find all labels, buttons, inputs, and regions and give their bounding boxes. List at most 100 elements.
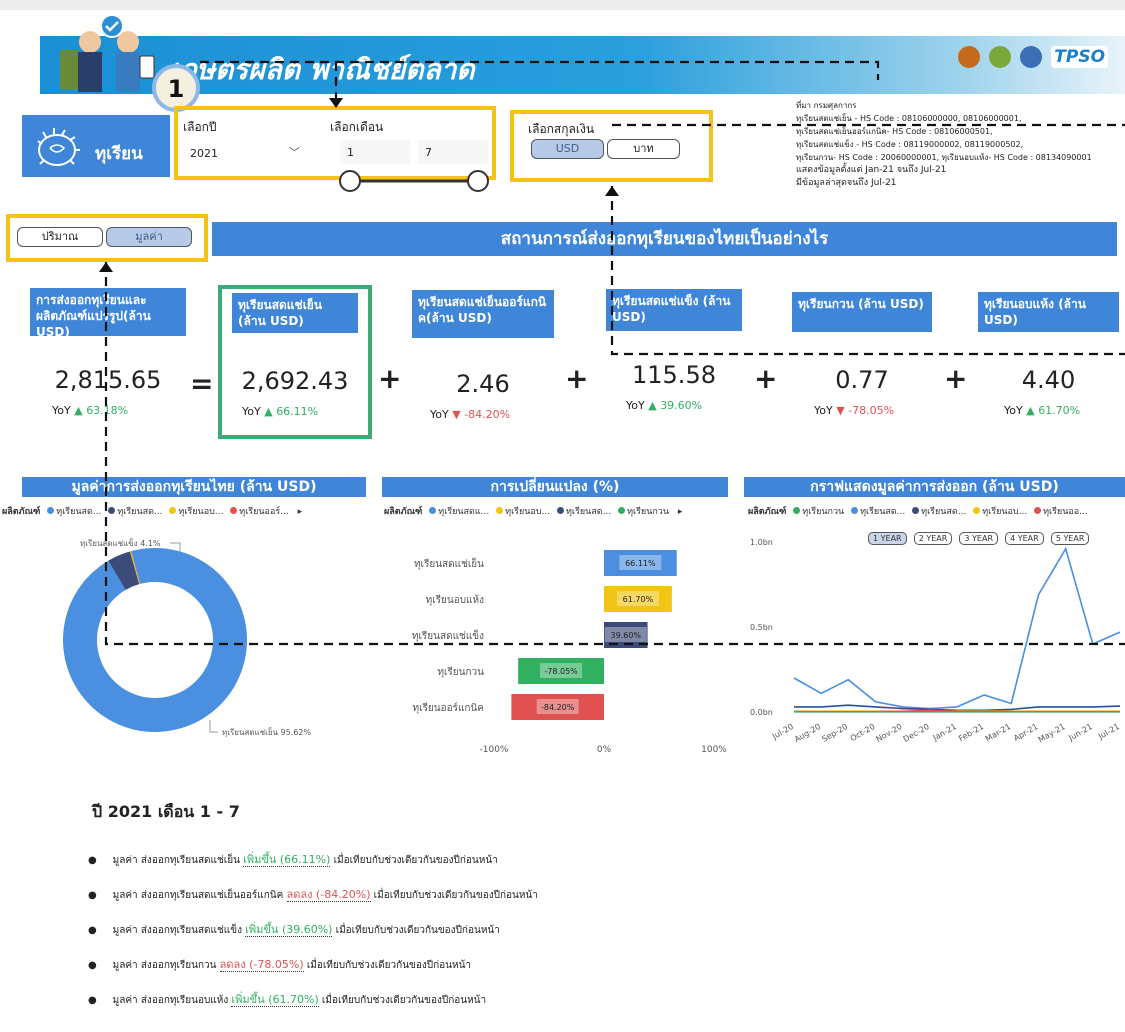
legend-item[interactable]: ทุเรียนสด... — [56, 507, 101, 517]
summary-item: ● มูลค่า ส่งออกทุเรียนสดแช่เย็นออร์แกนิค… — [88, 883, 828, 918]
kpi-title: ทุเรียนสดแช่แข็ง (ล้าน USD) — [606, 289, 742, 331]
source-line: ทุเรียนสดแช่แข็ง - HS Code : 08119000002… — [796, 140, 1024, 149]
kpi-card-dried[interactable]: ทุเรียนอบแห้ง (ล้าน USD) 4.40 YoY ▲ 61.7… — [972, 288, 1125, 438]
legend-dot — [973, 507, 981, 514]
kpi-card-organic[interactable]: ทุเรียนสดแช่เย็นออร์แกนิค(ล้าน USD) 2.46… — [406, 288, 560, 438]
department-seal-icon — [1020, 46, 1043, 68]
yoy-value: 39.60% — [660, 399, 703, 412]
yoy-label: YoY — [430, 408, 449, 421]
yoy-value: -78.05% — [848, 404, 895, 417]
export-line-chart[interactable]: 1.0bn 0.5bn 0.0bn Jul-20Aug-20Sep-20 Oct-20N… — [744, 530, 1125, 770]
kpi-card-frozen[interactable]: ทุเรียนสดแช่แข็ง (ล้าน USD) 115.58 YoY ▲… — [596, 285, 752, 437]
bar-category-label: ทุเรียนสดแช่เย็น — [414, 556, 484, 570]
kpi-value: 115.58 — [632, 361, 716, 389]
legend-item[interactable]: ทุเรียนสดแ... — [438, 507, 489, 517]
legend-item[interactable]: ทุเรียนสด... — [566, 507, 611, 517]
year-dropdown[interactable]: 2021 ﹀ — [183, 141, 308, 165]
up-arrow-icon: ▲ — [648, 399, 657, 412]
kpi-card-total[interactable]: การส่งออกทุเรียนและผลิตภัณฑ์แปรรูป(ล้าน … — [30, 288, 186, 438]
donut-leader-line — [209, 720, 218, 733]
legend-next-arrow-icon[interactable]: ▸ — [298, 507, 303, 517]
plus-sign: + — [378, 362, 402, 395]
kpi-card-fresh-chilled[interactable]: ทุเรียนสดแช่เย็น (ล้าน USD) 2,692.43 YoY… — [218, 285, 372, 439]
legend-item[interactable]: ทุเรียนอบ... — [982, 507, 1027, 517]
summary-text: มูลค่า ส่งออกทุเรียนสดแช่แข็ง — [112, 925, 246, 936]
x-tick-label: Oct-20 — [849, 722, 877, 743]
legend-prefix: ผลิตภัณฑ์ — [748, 507, 787, 517]
yoy-value: 61.70% — [1038, 404, 1081, 417]
quantity-mode-button[interactable]: ปริมาณ — [17, 227, 103, 247]
legend-item[interactable]: ทุเรียนสด... — [860, 507, 905, 517]
summary-item: ● มูลค่า ส่งออกทุเรียนอบแห้ง เพิ่มขึ้น (… — [88, 988, 828, 1023]
legend-item[interactable]: ทุเรียนกวน — [627, 507, 669, 517]
summary-text: มูลค่า ส่งออกทุเรียนอบแห้ง — [112, 995, 232, 1006]
x-tick-label: Sep-20 — [820, 722, 849, 744]
legend-dot — [618, 507, 626, 514]
currency-usd-button[interactable]: USD — [531, 139, 604, 159]
source-line: ทุเรียนสดแช่เย็นออร์แกนิค- HS Code : 081… — [796, 127, 993, 136]
year-value: 2021 — [190, 147, 218, 160]
summary-text: มูลค่า ส่งออกทุเรียนสดแช่เย็น — [112, 855, 244, 866]
legend-prefix: ผลิตภัณฑ์ — [384, 507, 423, 517]
x-tick-label: Jan-21 — [931, 722, 958, 743]
source-line: ทุเรียนสดแช่เย็น - HS Code : 08106000000… — [796, 114, 1022, 123]
legend-prefix: ผลิตภัณฑ์ — [2, 507, 41, 517]
currency-thb-button[interactable]: บาท — [607, 139, 680, 159]
kpi-title: ทุเรียนสดแช่เย็น (ล้าน USD) — [232, 293, 358, 333]
ministry-seal-icon — [958, 46, 980, 68]
summary-text: เมื่อเทียบกับช่วงเดียวกันของปีก่อนหน้า — [332, 925, 500, 936]
month-label: เลือกเดือน — [330, 120, 384, 134]
legend-dot — [496, 507, 504, 514]
change-legend: ผลิตภัณฑ์ ทุเรียนสดแ... ทุเรียนอบ... ทุเ… — [384, 504, 726, 518]
agency-seal-icon — [989, 46, 1012, 68]
x-tick-label: Dec-20 — [902, 722, 931, 744]
up-arrow-icon: ▲ — [1026, 404, 1035, 417]
value-mode-button[interactable]: มูลค่า — [106, 227, 192, 247]
chevron-down-icon: ﹀ — [289, 146, 300, 159]
legend-item[interactable]: ทุเรียนออร์... — [239, 507, 289, 517]
plus-sign: + — [565, 362, 589, 395]
yoy-label: YoY — [52, 404, 71, 417]
month-range-slider[interactable] — [336, 168, 494, 194]
donut-slice — [62, 548, 247, 732]
month-to-input[interactable]: 7 — [418, 140, 488, 164]
change-bar-chart[interactable]: ทุเรียนสดแช่เย็น 66.11% ทุเรียนอบแห้ง 61.70… — [384, 530, 728, 770]
summary-item: ● มูลค่า ส่งออกทุเรียนสดแช่เย็น เพิ่มขึ้… — [88, 848, 828, 883]
yoy-value: 63.18% — [86, 404, 129, 417]
month-from-input[interactable]: 1 — [340, 140, 410, 164]
donut-panel-title: มูลค่าการส่งออกทุเรียนไทย (ล้าน USD) — [22, 477, 366, 497]
y-tick-label: 1.0bn — [750, 538, 773, 547]
bullet-icon: ● — [88, 855, 113, 866]
tpso-logo: TPSO — [1051, 46, 1109, 68]
change-panel-title: การเปลี่ยนแปลง (%) — [382, 477, 728, 497]
bullet-icon: ● — [88, 925, 113, 936]
summary-change-tag: ลดลง (-78.05%) — [219, 958, 304, 972]
kpi-card-paste[interactable]: ทุเรียนกวน (ล้าน USD) 0.77 YoY ▼ -78.05% — [784, 288, 940, 438]
legend-dot — [429, 507, 437, 514]
kpi-title: ทุเรียนอบแห้ง (ล้าน USD) — [978, 292, 1119, 332]
legend-item[interactable]: ทุเรียนกวน — [802, 507, 844, 517]
legend-item[interactable]: ทุเรียนสด... — [921, 507, 966, 517]
up-arrow-icon: ▲ — [264, 405, 273, 418]
donut-chart[interactable]: ทุเรียนสดแช่แข็ง 4.1% ทุเรียนสดแช่เย็น 95… — [20, 530, 370, 750]
legend-item[interactable]: ทุเรียนออ... — [1043, 507, 1088, 517]
latest-data-text: มีข้อมูลล่าสุดจนถึง Jul-21 — [796, 178, 897, 188]
kpi-value: 0.77 — [835, 366, 889, 394]
bar-value-label: -78.05% — [544, 667, 578, 676]
summary-item: ● มูลค่า ส่งออกทุเรียนกวน ลดลง (-78.05%)… — [88, 953, 828, 988]
yoy-label: YoY — [242, 405, 261, 418]
bar-value-label: 39.60% — [611, 631, 642, 640]
bar-category-label: ทุเรียนออร์แกนิค — [413, 702, 484, 714]
summary-text: เมื่อเทียบกับช่วงเดียวกันของปีก่อนหน้า — [330, 855, 498, 866]
legend-dot — [230, 507, 238, 514]
legend-next-arrow-icon[interactable]: ▸ — [678, 507, 683, 517]
yoy-value: -84.20% — [464, 408, 511, 421]
down-arrow-icon: ▼ — [452, 408, 461, 421]
legend-item[interactable]: ทุเรียนสด... — [117, 507, 162, 517]
summary-change-tag: ลดลง (-84.20%) — [286, 888, 371, 902]
legend-dot — [1034, 507, 1042, 514]
legend-item[interactable]: ทุเรียนอบ... — [178, 507, 223, 517]
slider-handle-end — [467, 170, 489, 192]
legend-item[interactable]: ทุเรียนอบ... — [505, 507, 550, 517]
logo-group: TPSO — [958, 46, 1109, 68]
